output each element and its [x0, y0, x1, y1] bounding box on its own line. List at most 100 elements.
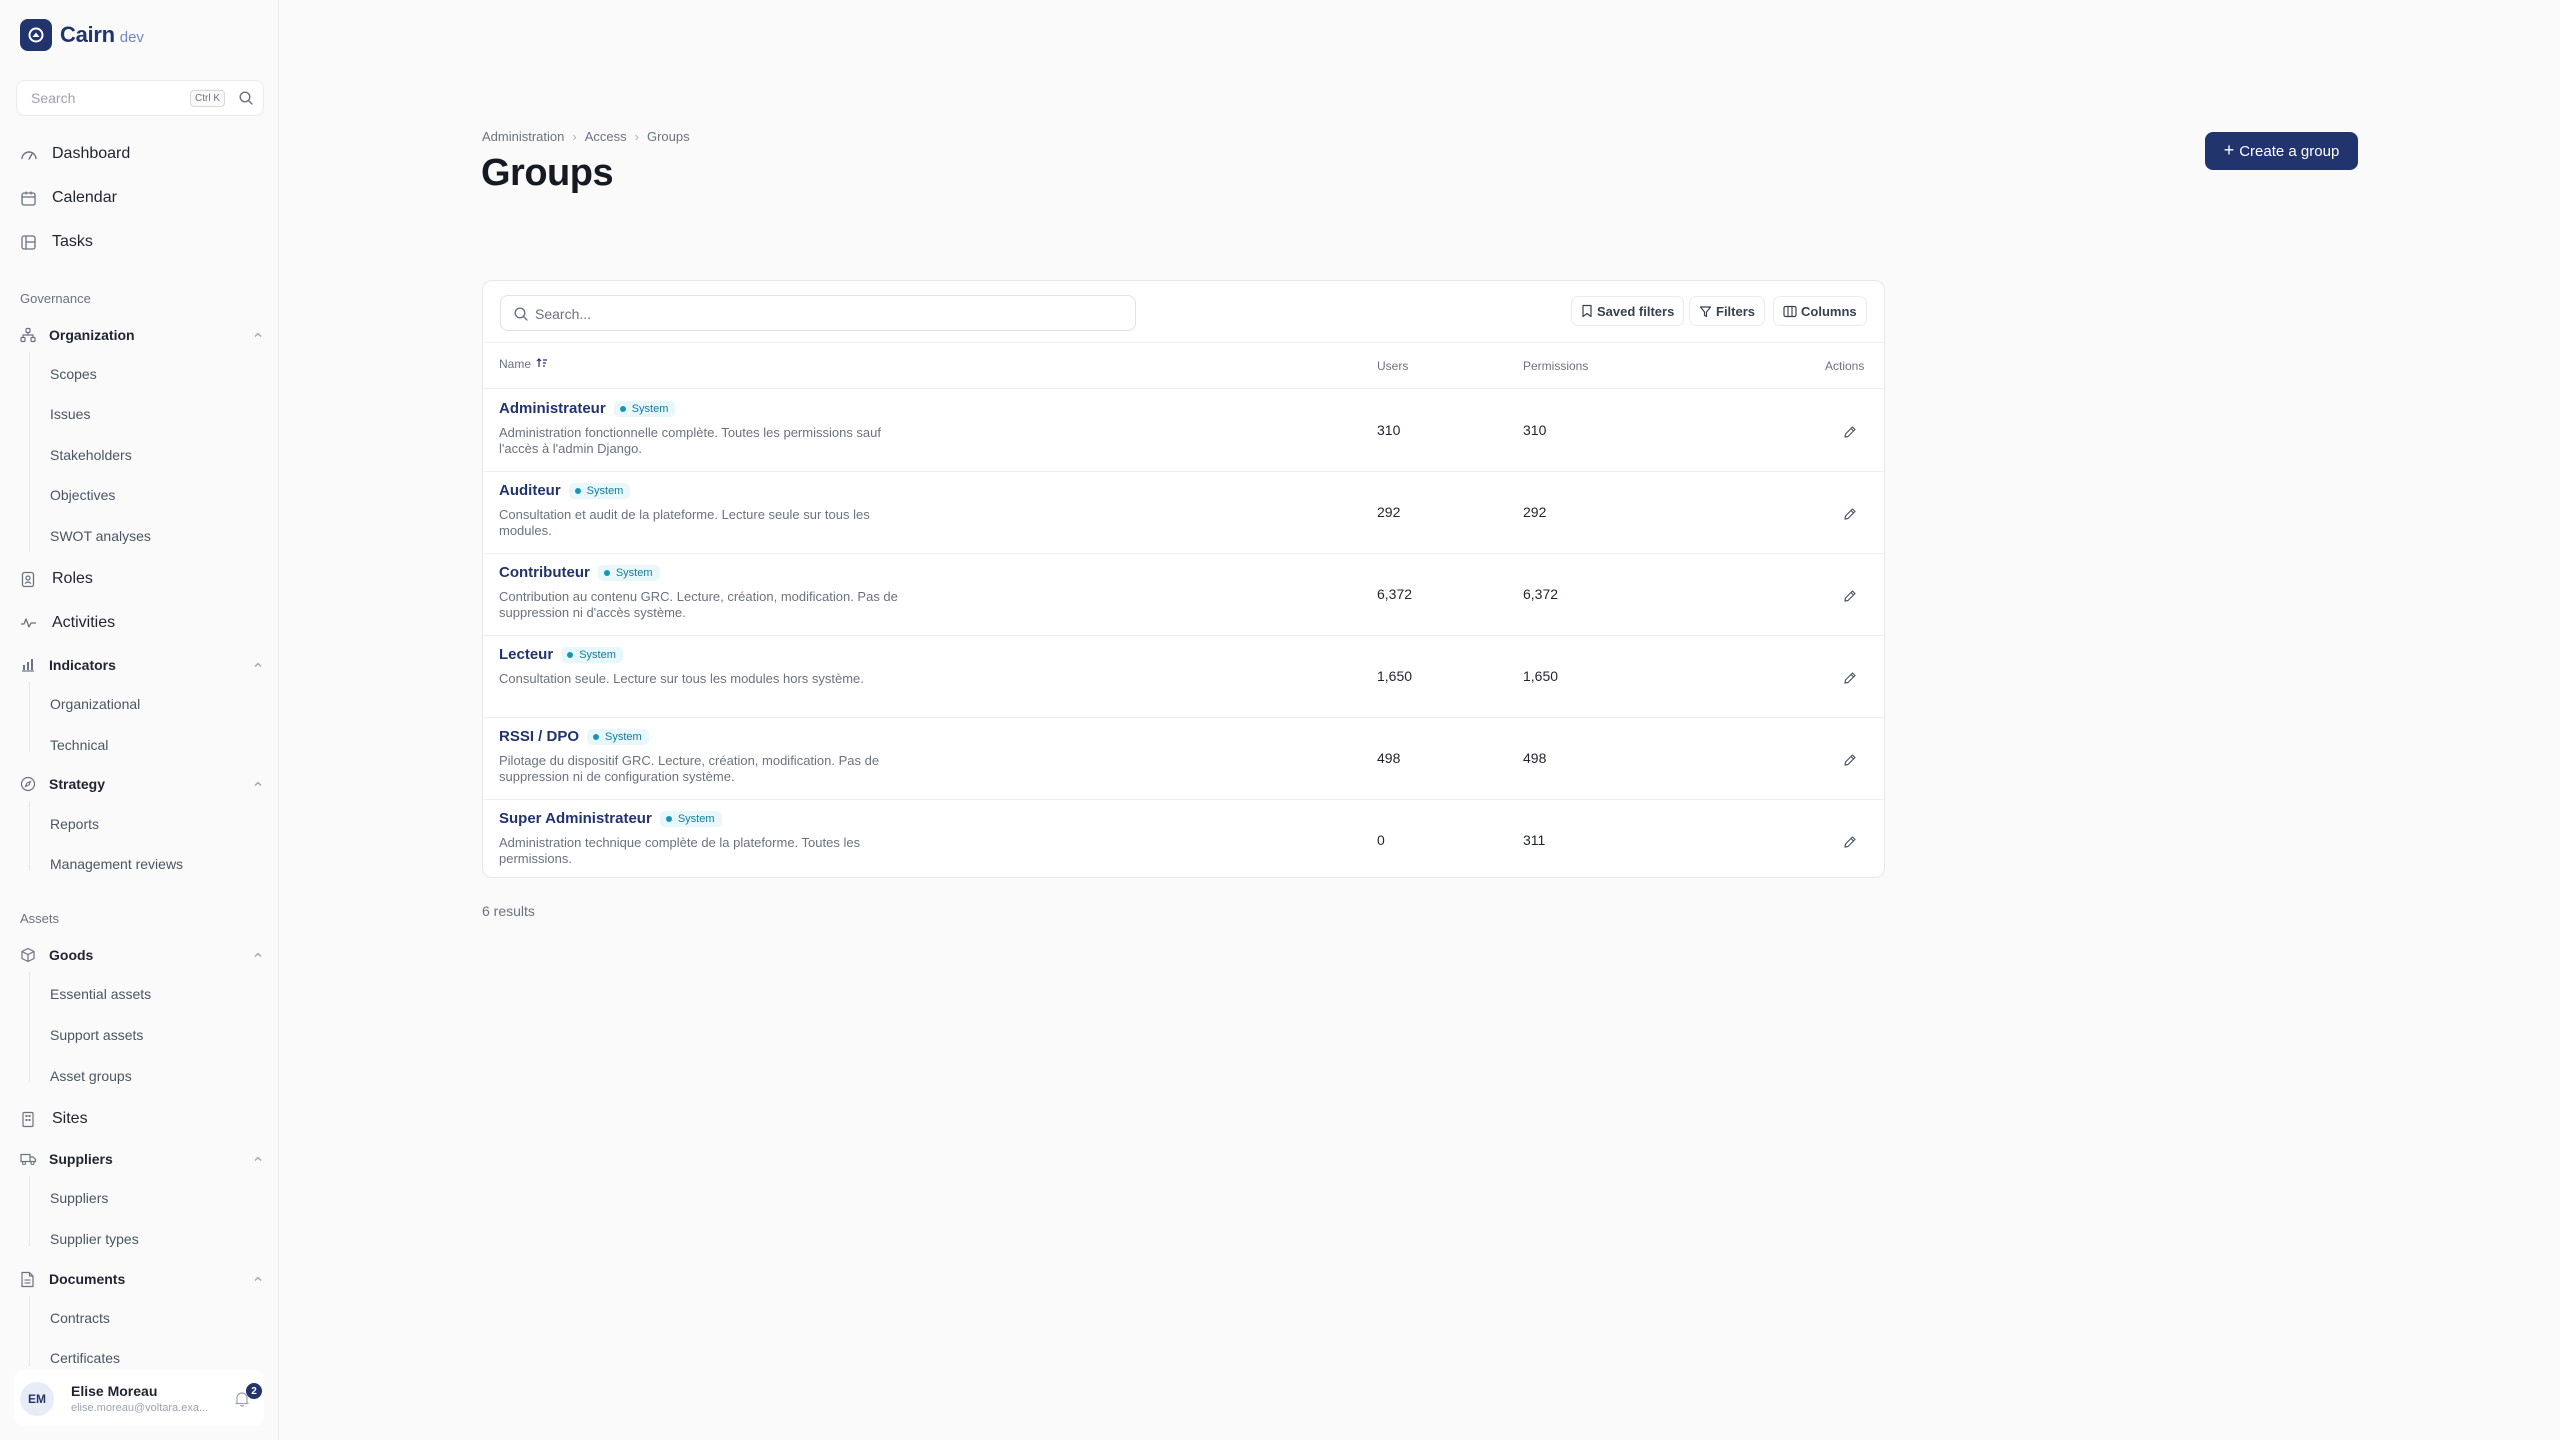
group-permissions: 310	[1523, 422, 1547, 438]
group-description: Contribution au contenu GRC. Lecture, cr…	[499, 589, 898, 620]
nav-issues[interactable]: Issues	[50, 406, 90, 422]
submenu-line	[29, 682, 30, 752]
filters-button[interactable]: Filters	[1689, 296, 1766, 326]
nav-tasks-label: Tasks	[52, 233, 93, 250]
sidebar-search-input[interactable]: Search	[31, 90, 75, 106]
table-row[interactable]: Administrateur System Administration fonc…	[483, 390, 1884, 472]
group-name-link[interactable]: Super Administrateur	[499, 810, 652, 827]
columns-button[interactable]: Columns	[1773, 296, 1867, 326]
nav-documents[interactable]: Documents	[20, 1268, 264, 1290]
edit-icon[interactable]	[1841, 505, 1859, 523]
group-permissions: 6,372	[1523, 586, 1559, 602]
chevron-up-icon[interactable]	[252, 1272, 264, 1290]
sidebar-search[interactable]: Search Ctrl K	[16, 80, 264, 116]
group-name-link[interactable]: RSSI / DPO	[499, 728, 579, 745]
edit-icon[interactable]	[1841, 587, 1859, 605]
nav-objectives[interactable]: Objectives	[50, 487, 115, 503]
nav-indicators[interactable]: Indicators	[20, 654, 264, 676]
breadcrumb-access[interactable]: Access	[585, 129, 627, 144]
nav-roles[interactable]: Roles	[20, 566, 93, 592]
nav-scopes[interactable]: Scopes	[50, 366, 97, 382]
notification-badge: 2	[246, 1383, 262, 1399]
chevron-up-icon[interactable]	[252, 777, 264, 795]
sort-icon[interactable]	[536, 358, 548, 368]
nav-dashboard[interactable]: Dashboard	[20, 141, 130, 167]
group-users: 0	[1377, 832, 1385, 848]
edit-icon[interactable]	[1841, 751, 1859, 769]
nav-organization[interactable]: Organization	[20, 324, 264, 346]
nav-strategy-label: Strategy	[49, 776, 106, 792]
group-description: Administration fonctionnelle complète. T…	[499, 425, 882, 456]
table-row[interactable]: Lecteur System Consultation seule. Lectur…	[483, 636, 1884, 718]
nav-certificates[interactable]: Certificates	[50, 1350, 120, 1366]
breadcrumb-groups: Groups	[646, 129, 690, 144]
user-card[interactable]: EM Elise Moreau elise.moreau@voltara.exa…	[14, 1370, 264, 1426]
search-icon[interactable]	[238, 90, 254, 111]
nav-suppliers-group[interactable]: Suppliers	[20, 1148, 264, 1170]
bar-chart-icon	[20, 657, 40, 673]
nav-reports[interactable]: Reports	[50, 816, 99, 832]
nav-supplier-types[interactable]: Supplier types	[50, 1231, 139, 1247]
user-name: Elise Moreau	[71, 1383, 158, 1399]
nav-goods[interactable]: Goods	[20, 944, 264, 966]
nav-suppliers-group-label: Suppliers	[49, 1151, 113, 1167]
brand-name: Cairn	[60, 22, 115, 47]
column-header-permissions[interactable]: Permissions	[1523, 359, 1588, 373]
avatar[interactable]: EM	[20, 1382, 54, 1416]
create-group-button[interactable]: + Create a group	[2205, 132, 2358, 170]
chevron-up-icon[interactable]	[252, 658, 264, 676]
filter-icon	[1699, 305, 1712, 317]
nav-tasks[interactable]: Tasks	[20, 229, 93, 255]
submenu-line	[29, 1296, 30, 1366]
group-name-link[interactable]: Auditeur	[499, 482, 561, 499]
filters-label: Filters	[1716, 303, 1756, 319]
nav-goods-label: Goods	[49, 947, 94, 963]
table-search-input[interactable]: Search...	[535, 306, 591, 322]
chevron-up-icon[interactable]	[252, 948, 264, 966]
group-users: 6,372	[1377, 586, 1413, 602]
nav-suppliers[interactable]: Suppliers	[50, 1190, 108, 1206]
nav-organizational[interactable]: Organizational	[50, 696, 140, 712]
nav-essential-assets[interactable]: Essential assets	[50, 986, 151, 1002]
nav-sites[interactable]: Sites	[20, 1106, 88, 1132]
breadcrumb-administration[interactable]: Administration	[482, 129, 564, 144]
nav-asset-groups[interactable]: Asset groups	[50, 1068, 132, 1084]
group-name-link[interactable]: Administrateur	[499, 400, 606, 417]
edit-icon[interactable]	[1841, 833, 1859, 851]
nav-contracts[interactable]: Contracts	[50, 1310, 110, 1326]
nav-sites-label: Sites	[52, 1110, 88, 1127]
nav-calendar[interactable]: Calendar	[20, 185, 117, 211]
column-header-name[interactable]: Name	[499, 357, 548, 371]
cairn-logo-icon	[20, 19, 52, 51]
group-name-link[interactable]: Lecteur	[499, 646, 553, 663]
table-search[interactable]: Search...	[500, 295, 1136, 331]
group-description: Pilotage du dispositif GRC. Lecture, cré…	[499, 753, 880, 784]
nav-technical[interactable]: Technical	[50, 737, 108, 753]
column-header-users[interactable]: Users	[1377, 359, 1408, 373]
saved-filters-button[interactable]: Saved filters	[1571, 296, 1685, 326]
groups-table: Search... Saved filters Filters Columns …	[482, 280, 1885, 878]
edit-icon[interactable]	[1841, 423, 1859, 441]
nav-roles-label: Roles	[52, 570, 93, 587]
nav-management-reviews[interactable]: Management reviews	[50, 856, 183, 872]
nav-swot-analyses[interactable]: SWOT analyses	[50, 528, 151, 544]
nav-strategy[interactable]: Strategy	[20, 773, 264, 795]
nav-stakeholders[interactable]: Stakeholders	[50, 447, 132, 463]
table-header: Name Users Permissions Actions	[483, 343, 1884, 389]
columns-label: Columns	[1801, 303, 1857, 319]
table-row[interactable]: Super Administrateur System Administratio…	[483, 800, 1884, 877]
nav-support-assets[interactable]: Support assets	[50, 1027, 143, 1043]
group-name-link[interactable]: Contributeur	[499, 564, 590, 581]
table-row[interactable]: Auditeur System Consultation et audit de …	[483, 472, 1884, 554]
status-badge: System	[568, 482, 631, 499]
group-description: Consultation et audit de la plateforme. …	[499, 507, 870, 538]
table-row[interactable]: Contributeur System Contribution au conte…	[483, 554, 1884, 636]
column-header-actions: Actions	[1825, 359, 1865, 373]
chevron-up-icon[interactable]	[252, 1152, 264, 1170]
edit-icon[interactable]	[1841, 669, 1859, 687]
brand[interactable]: Cairn dev	[20, 19, 144, 51]
nav-activities[interactable]: Activities	[20, 610, 115, 636]
table-row[interactable]: RSSI / DPO System Pilotage du dispositif …	[483, 718, 1884, 800]
group-description: Administration technique complète de la …	[499, 835, 861, 866]
chevron-up-icon[interactable]	[252, 328, 264, 346]
